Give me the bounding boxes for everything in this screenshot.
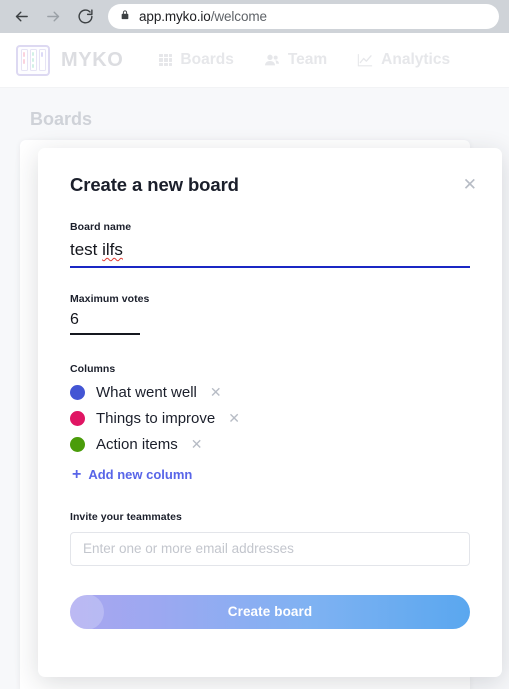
- column-name[interactable]: Things to improve: [96, 410, 215, 427]
- logo-column-1: [20, 49, 28, 71]
- column-remove-icon[interactable]: ✕: [228, 411, 240, 425]
- board-name-value-text: test: [70, 240, 103, 259]
- back-button[interactable]: [10, 6, 32, 28]
- myko-board-logo-icon: [16, 44, 50, 76]
- browser-toolbar: app.myko.io/welcome: [0, 0, 509, 33]
- line-chart-icon: [357, 53, 373, 68]
- add-new-column-label: Add new column: [88, 467, 193, 482]
- forward-button[interactable]: [42, 6, 64, 28]
- logo-column-2: [29, 49, 37, 71]
- url-path: /welcome: [210, 9, 267, 24]
- people-icon: [264, 53, 280, 67]
- lock-icon: [120, 8, 130, 26]
- column-color-dot[interactable]: [70, 384, 85, 400]
- create-board-modal: Create a new board ✕ Board name test ilf…: [38, 148, 502, 677]
- column-color-dot[interactable]: [70, 410, 85, 426]
- url-text: app.myko.io/welcome: [139, 9, 267, 24]
- board-name-field-group: Board name test ilfs: [70, 221, 470, 268]
- main-nav: Boards Team Analytics: [159, 51, 450, 69]
- nav-item-boards-label: Boards: [180, 51, 234, 68]
- column-row: What went well ✕: [70, 384, 470, 401]
- reload-button[interactable]: [74, 6, 96, 28]
- logo-card: [32, 58, 34, 62]
- column-row: Action items ✕: [70, 436, 470, 453]
- nav-item-team[interactable]: Team: [264, 51, 327, 69]
- column-name[interactable]: What went well: [96, 384, 197, 401]
- column-remove-icon[interactable]: ✕: [191, 437, 203, 451]
- board-name-underline: [70, 266, 470, 268]
- logo-card: [23, 52, 25, 57]
- logo-card: [41, 52, 43, 57]
- address-bar[interactable]: app.myko.io/welcome: [108, 4, 499, 29]
- app-header: MYKO Boards Team Analytics: [0, 33, 509, 88]
- url-host: app.myko.io: [139, 9, 211, 24]
- logo-card: [32, 52, 34, 56]
- brand-logo[interactable]: MYKO: [16, 44, 124, 76]
- max-votes-input[interactable]: 6: [70, 311, 470, 333]
- button-ripple: [70, 594, 104, 629]
- invite-field-group: Invite your teammates Enter one or more …: [70, 511, 470, 566]
- create-board-button-label: Create board: [227, 604, 313, 619]
- invite-emails-input[interactable]: Enter one or more email addresses: [70, 531, 470, 566]
- brand-name: MYKO: [61, 48, 124, 71]
- grid-icon: [159, 53, 173, 67]
- arrow-right-icon: [45, 8, 62, 25]
- column-name[interactable]: Action items: [96, 436, 178, 453]
- reload-icon: [77, 8, 94, 25]
- logo-column-3: [38, 49, 46, 71]
- invite-label: Invite your teammates: [70, 510, 182, 523]
- add-new-column-button[interactable]: + Add new column: [72, 465, 470, 483]
- modal-title: Create a new board: [70, 174, 239, 195]
- column-color-dot[interactable]: [70, 436, 85, 452]
- plus-icon: +: [72, 465, 82, 483]
- page-title: Boards: [30, 109, 93, 129]
- max-votes-field-group: Maximum votes 6: [70, 293, 470, 335]
- invite-placeholder: Enter one or more email addresses: [83, 541, 294, 556]
- close-icon[interactable]: ✕: [463, 176, 477, 193]
- create-board-button[interactable]: Create board: [70, 594, 470, 629]
- columns-section: Columns What went well ✕ Things to impro…: [70, 363, 470, 483]
- column-remove-icon[interactable]: ✕: [210, 385, 222, 399]
- board-name-label: Board name: [70, 221, 132, 233]
- arrow-left-icon: [13, 8, 30, 25]
- columns-label: Columns: [70, 362, 116, 375]
- logo-card: [23, 59, 25, 64]
- column-row: Things to improve ✕: [70, 410, 470, 427]
- max-votes-underline: [70, 333, 140, 335]
- board-name-input[interactable]: test ilfs: [70, 240, 123, 265]
- nav-item-analytics-label: Analytics: [381, 51, 451, 68]
- max-votes-label: Maximum votes: [70, 293, 150, 305]
- board-name-misspelled-word: ilfs: [102, 240, 123, 259]
- nav-item-analytics[interactable]: Analytics: [357, 51, 450, 69]
- nav-item-boards[interactable]: Boards: [159, 51, 234, 69]
- nav-item-team-label: Team: [287, 51, 328, 68]
- logo-card: [32, 64, 34, 68]
